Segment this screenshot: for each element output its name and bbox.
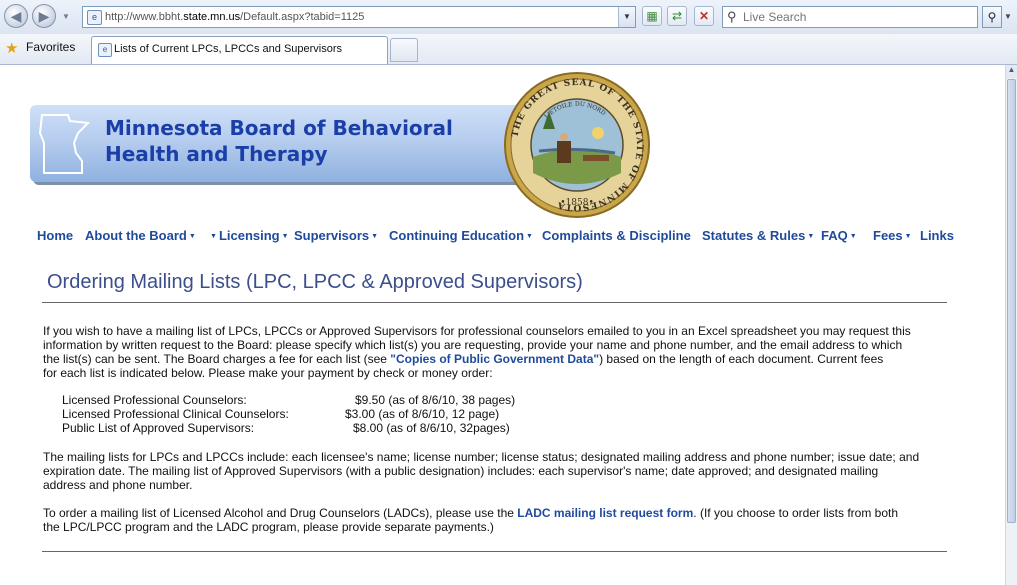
state-seal-icon: THE GREAT SEAL OF THE STATE OF MINNESOTA… <box>504 72 650 218</box>
history-dropdown-icon[interactable]: ▼ <box>62 12 70 21</box>
address-bar[interactable]: e http://www.bbht.state.mn.us/Default.as… <box>82 6 636 28</box>
fee-price: $3.00 (as of 8/6/10, 12 page) <box>345 407 500 421</box>
scroll-up-icon[interactable]: ▲ <box>1006 65 1017 78</box>
site-banner[interactable]: Minnesota Board of Behavioral Health and… <box>30 105 550 182</box>
vertical-scrollbar[interactable]: ▲ <box>1005 65 1017 585</box>
back-button[interactable]: ◀ <box>4 4 28 28</box>
title-divider <box>42 302 947 303</box>
browser-toolbar: ◀ ▶ ▼ e http://www.bbht.state.mn.us/Defa… <box>0 0 1017 35</box>
intro-line: the list(s) can be sent. The Board charg… <box>43 352 884 366</box>
compatibility-view-button[interactable]: ▦ <box>642 6 662 26</box>
menu-home[interactable]: Home <box>37 228 73 243</box>
menu-licensing-label: Licensing <box>218 228 280 243</box>
forward-button[interactable]: ▶ <box>32 4 56 28</box>
ladc-line: To order a mailing list of Licensed Alco… <box>43 506 899 520</box>
refresh-icon: ⇄ <box>671 9 683 23</box>
dropdown-arrow-icon: ▼ <box>904 233 912 240</box>
menu-fees[interactable]: Fees ▼ <box>873 228 912 243</box>
dropdown-arrow-icon: ▼ <box>526 233 533 240</box>
url-text: http://www.bbht.state.mn.us/Default.aspx… <box>105 11 365 23</box>
contents-line: The mailing lists for LPCs and LPCCs inc… <box>43 450 920 464</box>
contents-line: address and phone number. <box>43 478 193 492</box>
dropdown-arrow-icon: ▼ <box>807 233 815 240</box>
contents-line: expiration date. The mailing list of App… <box>43 464 879 478</box>
menu-continuing-education[interactable]: Continuing Education ▼ <box>389 228 533 243</box>
menu-licensing[interactable]: ▼ Licensing ▼ <box>210 228 289 243</box>
intro-paragraph: If you wish to have a mailing list of LP… <box>43 324 911 380</box>
new-tab-button[interactable] <box>390 38 418 62</box>
dropdown-arrow-icon: ▼ <box>849 233 857 240</box>
ladc-paragraph: To order a mailing list of Licensed Alco… <box>43 506 898 534</box>
site-title-line2: Health and Therapy <box>105 142 328 166</box>
fee-name: Licensed Professional Counselors: <box>62 393 247 407</box>
tab-page-icon: e <box>98 43 112 57</box>
fee-name: Licensed Professional Clinical Counselor… <box>62 407 289 421</box>
menu-complaints-label: Complaints & Discipline <box>542 228 691 243</box>
site-title: Minnesota Board of Behavioral Health and… <box>105 115 453 167</box>
seal-year: 1858 <box>566 198 589 208</box>
menu-about[interactable]: About the Board ▼ <box>85 228 196 243</box>
intro-line: information by written request to the Bo… <box>43 338 903 352</box>
contents-paragraph: The mailing lists for LPCs and LPCCs inc… <box>43 450 919 492</box>
scrollbar-thumb[interactable] <box>1007 79 1016 523</box>
dropdown-arrow-icon: ▼ <box>210 233 217 240</box>
intro-line: If you wish to have a mailing list of LP… <box>43 324 911 338</box>
fee-price: $9.50 (as of 8/6/10, 38 pages) <box>355 393 516 407</box>
page-title: Ordering Mailing Lists (LPC, LPCC & Appr… <box>47 271 583 293</box>
minnesota-map-icon <box>38 114 91 174</box>
stop-icon: ✕ <box>698 9 710 23</box>
menu-statutes-label: Statutes & Rules <box>702 228 806 243</box>
menu-complaints[interactable]: Complaints & Discipline <box>542 228 691 243</box>
svg-text:•1858•: •1858• <box>560 198 594 208</box>
favorites-star-icon[interactable]: ★ <box>5 39 18 57</box>
dropdown-arrow-icon: ▼ <box>371 233 379 240</box>
dropdown-arrow-icon: ▼ <box>281 233 289 240</box>
back-arrow-icon: ◀ <box>10 8 22 24</box>
compat-icon: ▦ <box>646 9 658 23</box>
search-box[interactable]: ⚲ <box>722 6 978 28</box>
tab-current[interactable]: e Lists of Current LPCs, LPCCs and Super… <box>91 36 388 64</box>
menu-about-label: About the Board <box>85 228 187 243</box>
search-go-icon: ⚲ <box>987 10 997 24</box>
intro-line: for each list is indicated below. Please… <box>43 366 493 380</box>
page-icon: e <box>87 10 102 25</box>
search-button[interactable]: ⚲ <box>982 6 1002 28</box>
menu-statutes[interactable]: Statutes & Rules ▼ <box>702 228 814 243</box>
menu-links[interactable]: Links <box>920 228 954 243</box>
stop-button[interactable]: ✕ <box>694 6 714 26</box>
address-dropdown-icon[interactable]: ▼ <box>618 7 635 27</box>
site-title-line1: Minnesota Board of Behavioral <box>105 116 453 140</box>
search-input[interactable] <box>743 8 963 26</box>
menu-faq-label: FAQ <box>821 228 848 243</box>
public-data-link[interactable]: "Copies of Public Government Data" <box>390 352 599 366</box>
menu-faq[interactable]: FAQ ▼ <box>821 228 857 243</box>
ladc-request-form-link[interactable]: LADC mailing list request form <box>517 506 693 520</box>
fee-name: Public List of Approved Supervisors: <box>62 421 255 435</box>
page-content: Minnesota Board of Behavioral Health and… <box>0 65 1005 585</box>
search-options-dropdown-icon[interactable]: ▼ <box>1004 12 1012 21</box>
menu-continuing-education-label: Continuing Education <box>389 228 525 243</box>
forward-arrow-icon: ▶ <box>38 8 50 24</box>
dropdown-arrow-icon: ▼ <box>188 233 196 240</box>
menu-links-label: Links <box>920 228 954 243</box>
tab-title: Lists of Current LPCs, LPCCs and Supervi… <box>114 43 343 55</box>
menu-fees-label: Fees <box>873 228 903 243</box>
menu-supervisors[interactable]: Supervisors ▼ <box>294 228 378 243</box>
favorites-button[interactable]: Favorites <box>26 40 75 54</box>
ladc-line: the LPC/LPCC program and the LADC progra… <box>43 520 494 534</box>
fee-price: $8.00 (as of 8/6/10, 32pages) <box>353 421 510 435</box>
menu-supervisors-label: Supervisors <box>294 228 370 243</box>
footer-divider <box>42 551 947 552</box>
search-icon: ⚲ <box>727 9 737 24</box>
menu-home-label: Home <box>37 228 74 243</box>
favorites-bar: ★ Favorites e Lists of Current LPCs, LPC… <box>0 34 1017 65</box>
refresh-button[interactable]: ⇄ <box>667 6 687 26</box>
